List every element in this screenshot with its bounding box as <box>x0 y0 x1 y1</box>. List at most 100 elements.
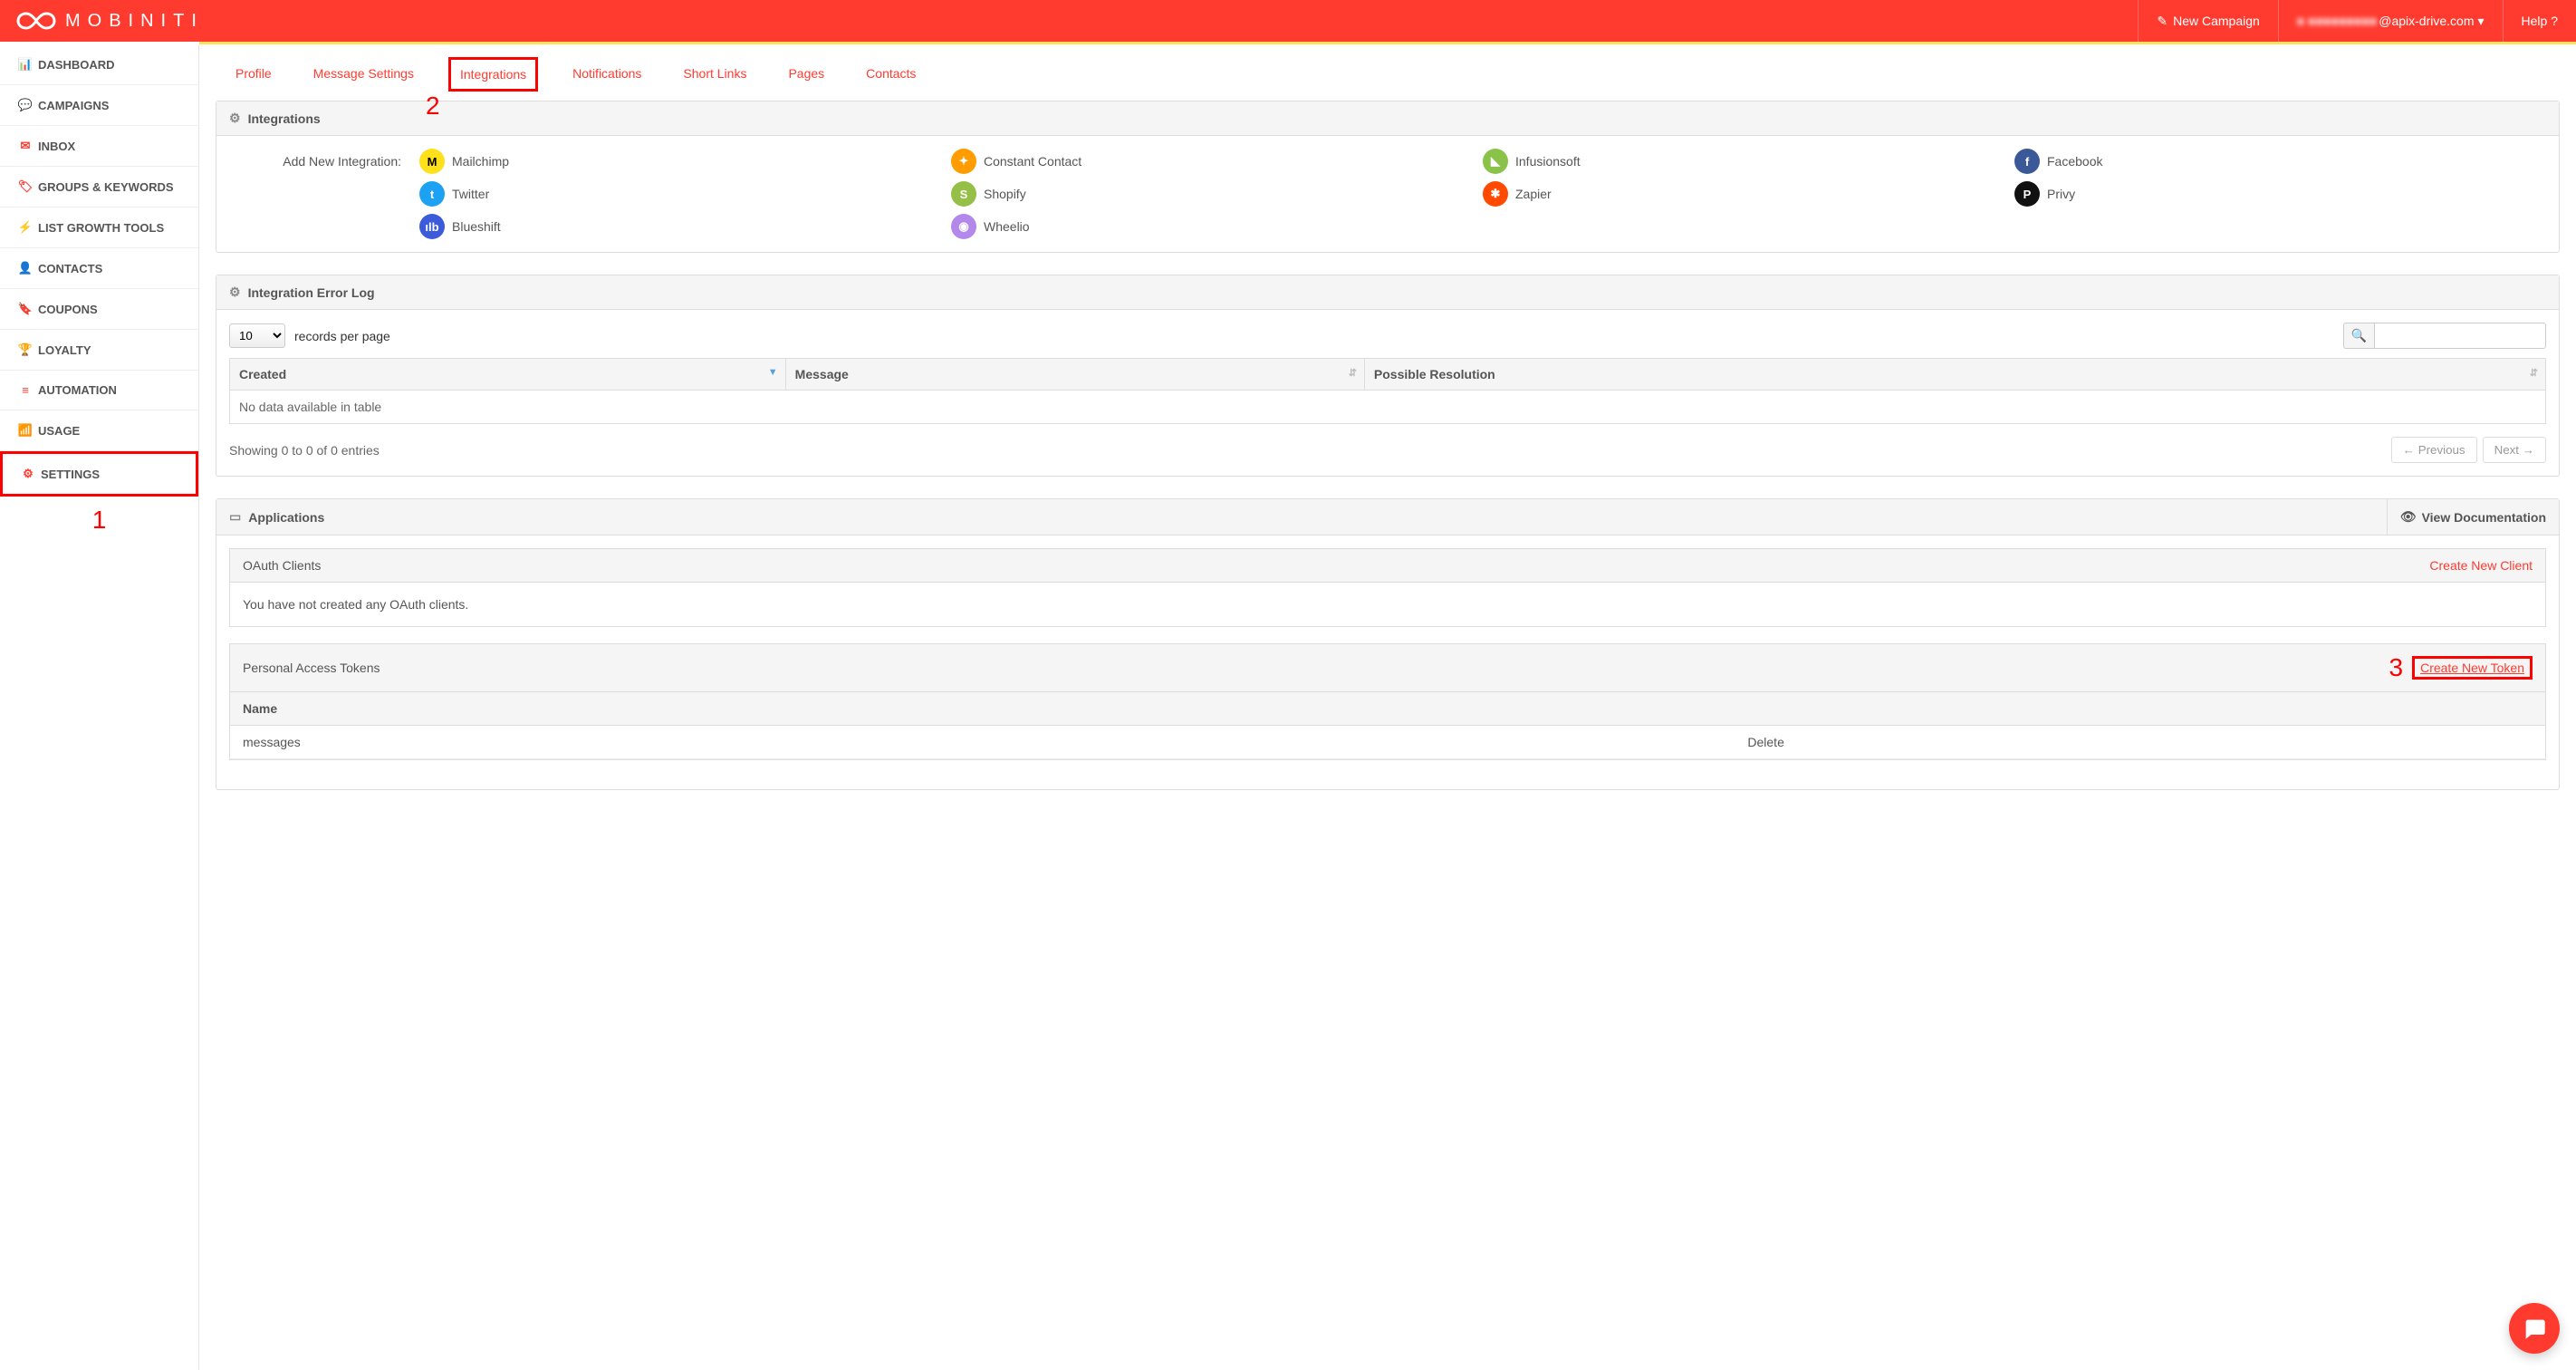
sidebar-item-automation[interactable]: ≡AUTOMATION <box>0 371 198 410</box>
tab-profile[interactable]: Profile <box>228 63 279 92</box>
integration-facebook[interactable]: fFacebook <box>2014 149 2546 174</box>
sidebar-item-dashboard[interactable]: 📊DASHBOARD <box>0 44 198 85</box>
sidebar-item-groups[interactable]: 🏷GROUPS & KEYWORDS <box>0 167 198 207</box>
caret-down-icon: ▾ <box>2478 14 2485 29</box>
integration-label: Privy <box>2047 187 2075 201</box>
user-icon: 👤 <box>16 261 34 275</box>
user-menu[interactable]: ■ ■■■■■■■■■@apix-drive.com▾ <box>2278 0 2503 42</box>
integration-label: Shopify <box>984 187 1026 201</box>
tokens-section: Personal Access Tokens 3 Create New Toke… <box>229 643 2546 760</box>
eye-icon: 👁 <box>2400 509 2417 525</box>
integration-infusionsoft[interactable]: ◣ Infusionsoft <box>1483 149 2014 174</box>
integration-zapier[interactable]: ✱Zapier <box>1483 181 2014 207</box>
bolt-icon: ⚡ <box>16 220 34 235</box>
sort-down-icon: ▼ <box>768 367 778 378</box>
help-button[interactable]: Help ? <box>2503 0 2576 42</box>
integration-label: Infusionsoft <box>1515 154 1581 169</box>
file-icon: ▭ <box>229 509 241 525</box>
trophy-icon: 🏆 <box>16 342 34 357</box>
sidebar-item-campaigns[interactable]: 💬CAMPAIGNS <box>0 85 198 126</box>
envelope-icon: ✉ <box>16 139 34 153</box>
search-input[interactable] <box>2374 323 2546 349</box>
records-label: records per page <box>294 329 390 343</box>
tab-pages[interactable]: Pages <box>781 63 831 92</box>
tab-notifications[interactable]: Notifications <box>565 63 649 92</box>
blueshift-icon: ılb <box>419 214 445 239</box>
integration-label: Blueshift <box>452 219 501 234</box>
sort-icon: ⇵ <box>2530 367 2538 379</box>
panel-title: Integrations <box>248 111 321 126</box>
chat-icon: 💬 <box>16 98 34 112</box>
col-created[interactable]: Created▼ <box>230 359 786 391</box>
tab-short-links[interactable]: Short Links <box>676 63 754 92</box>
integration-constant-contact[interactable]: ✦Constant Contact <box>951 149 1483 174</box>
brand-logo[interactable]: MOBINITI <box>0 0 220 42</box>
oauth-empty: You have not created any OAuth clients. <box>230 583 2545 626</box>
tab-integrations[interactable]: Integrations <box>448 57 538 92</box>
create-client-link[interactable]: Create New Client <box>2429 558 2533 573</box>
dashboard-icon: 📊 <box>16 57 34 72</box>
sidebar: 📊DASHBOARD 💬CAMPAIGNS ✉INBOX 🏷GROUPS & K… <box>0 44 199 1370</box>
list-icon: ≡ <box>16 383 34 397</box>
shopify-icon: S <box>951 181 976 207</box>
top-header: MOBINITI ✎ New Campaign ■ ■■■■■■■■■@apix… <box>0 0 2576 42</box>
sidebar-item-growth[interactable]: ⚡LIST GROWTH TOOLS <box>0 207 198 248</box>
tags-icon: 🏷 <box>16 179 34 194</box>
annotation-2: 2 <box>426 92 440 121</box>
wheelio-icon: ◉ <box>951 214 976 239</box>
table-info: Showing 0 to 0 of 0 entries <box>229 443 380 458</box>
integrations-panel: ⚙Integrations Add New Integration: MMail… <box>216 101 2560 253</box>
search-icon: 🔍 <box>2343 323 2374 349</box>
oauth-clients-section: OAuth Clients Create New Client You have… <box>229 548 2546 627</box>
col-resolution[interactable]: Possible Resolution⇵ <box>1364 359 2545 391</box>
annotation-1: 1 <box>0 506 198 535</box>
sort-icon: ⇵ <box>1349 367 1357 379</box>
integration-label: Facebook <box>2047 154 2102 169</box>
next-button[interactable]: Next → <box>2483 437 2546 463</box>
sidebar-item-settings[interactable]: ⚙SETTINGS <box>0 451 198 497</box>
integration-twitter[interactable]: tTwitter <box>419 181 951 207</box>
infusionsoft-icon: ◣ <box>1483 149 1508 174</box>
error-log-panel: ⚙Integration Error Log 10 records per pa… <box>216 275 2560 477</box>
brand-text: MOBINITI <box>65 11 204 32</box>
panel-title: Applications <box>248 510 324 525</box>
edit-icon: ✎ <box>2157 14 2167 29</box>
integration-blueshift[interactable]: ılb Blueshift <box>419 214 951 239</box>
integration-label: Wheelio <box>984 219 1030 234</box>
create-token-link[interactable]: Create New Token <box>2412 656 2533 680</box>
integration-mailchimp[interactable]: M Mailchimp <box>419 149 951 174</box>
col-message[interactable]: Message⇵ <box>785 359 1364 391</box>
records-per-page-select[interactable]: 10 <box>229 323 285 348</box>
settings-tabs: Profile Message Settings Integrations No… <box>216 63 2560 101</box>
tab-message-settings[interactable]: Message Settings <box>306 63 421 92</box>
view-documentation-link[interactable]: 👁 View Documentation <box>2387 499 2559 535</box>
token-name: messages <box>230 726 1735 759</box>
main-content: Profile Message Settings Integrations No… <box>199 44 2576 1370</box>
sidebar-item-loyalty[interactable]: 🏆LOYALTY <box>0 330 198 371</box>
chat-widget-button[interactable] <box>2509 1303 2560 1354</box>
integration-privy[interactable]: PPrivy <box>2014 181 2546 207</box>
delete-token-link[interactable]: Delete <box>1735 726 2545 759</box>
annotation-3: 3 <box>2389 653 2404 682</box>
integration-label: Zapier <box>1515 187 1552 201</box>
sidebar-item-inbox[interactable]: ✉INBOX <box>0 126 198 167</box>
applications-panel: ▭ Applications 👁 View Documentation OAut… <box>216 498 2560 790</box>
sidebar-item-coupons[interactable]: 🔖COUPONS <box>0 289 198 330</box>
integration-label: Mailchimp <box>452 154 509 169</box>
prev-button[interactable]: ← Previous <box>2391 437 2477 463</box>
new-campaign-button[interactable]: ✎ New Campaign <box>2138 0 2277 42</box>
col-name: Name <box>230 692 1735 726</box>
tokens-table: Name messages Delete <box>230 692 2545 759</box>
infinity-icon <box>16 11 56 31</box>
twitter-icon: t <box>419 181 445 207</box>
tokens-title: Personal Access Tokens <box>243 661 380 675</box>
tab-contacts[interactable]: Contacts <box>859 63 923 92</box>
oauth-title: OAuth Clients <box>243 558 321 573</box>
gear-icon: ⚙ <box>19 467 37 481</box>
sidebar-item-contacts[interactable]: 👤CONTACTS <box>0 248 198 289</box>
integration-wheelio[interactable]: ◉ Wheelio <box>951 214 1483 239</box>
sidebar-item-usage[interactable]: 📶USAGE <box>0 410 198 451</box>
chat-icon <box>2522 1316 2547 1341</box>
integration-shopify[interactable]: S Shopify <box>951 181 1483 207</box>
mailchimp-icon: M <box>419 149 445 174</box>
